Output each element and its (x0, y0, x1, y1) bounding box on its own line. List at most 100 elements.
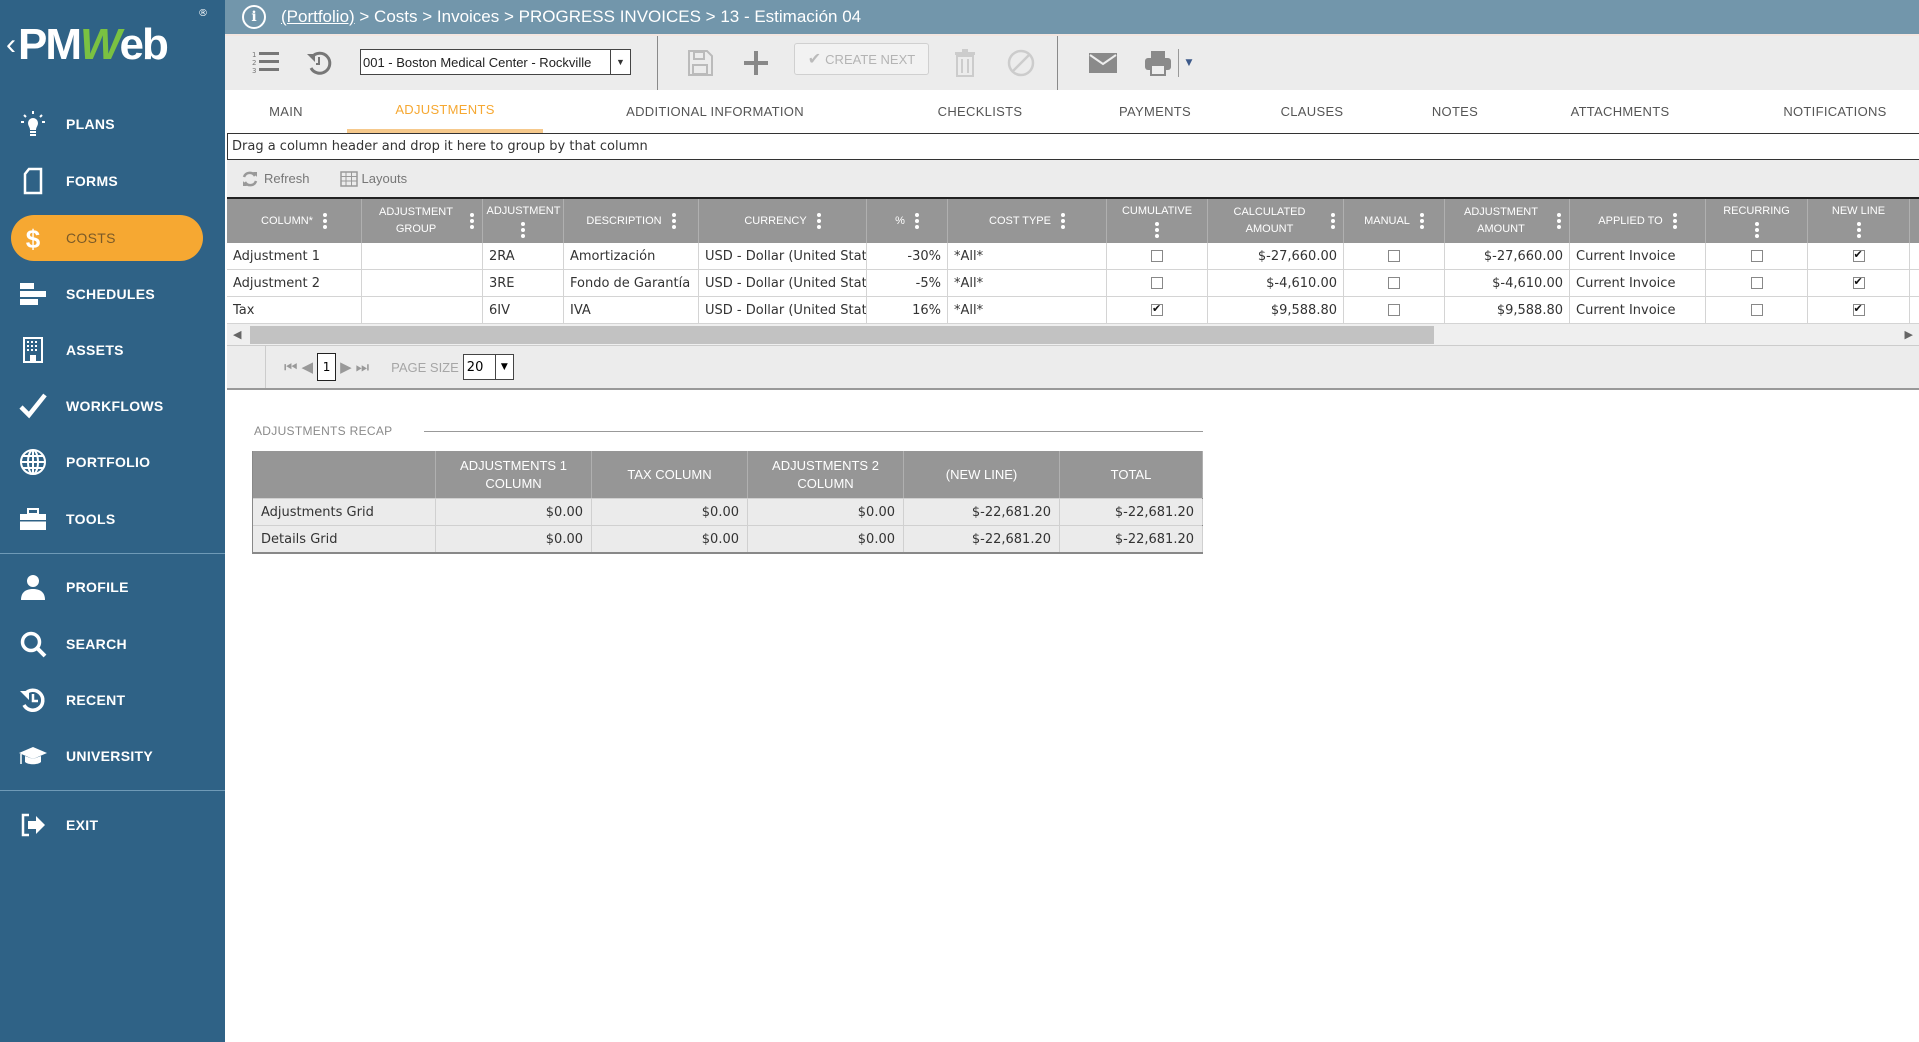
tab-payments[interactable]: PAYMENTS (1080, 90, 1230, 133)
column-header-column[interactable]: COLUMN* (227, 199, 362, 243)
column-menu-icon[interactable] (816, 211, 821, 231)
delete-button[interactable] (949, 44, 981, 82)
sidebar-item-profile[interactable]: PROFILE (0, 564, 225, 610)
breadcrumb-portfolio-link[interactable]: (Portfolio) (281, 7, 355, 26)
recurring-checkbox[interactable] (1750, 277, 1763, 289)
page-size-select[interactable]: 20 ▼ (462, 354, 514, 380)
print-button[interactable] (1141, 44, 1175, 82)
sidebar-item-forms[interactable]: FORMS (0, 158, 225, 204)
cell-calculated-amount[interactable]: $-4,610.00 (1208, 270, 1344, 296)
cell-cost-type[interactable]: *All* (948, 243, 1107, 269)
refresh-button[interactable]: Refresh (241, 170, 310, 188)
cell-column[interactable]: Adjustment 1 (227, 243, 362, 269)
cell-cost-type[interactable]: *All* (948, 270, 1107, 296)
sidebar-item-workflows[interactable]: WORKFLOWS (0, 383, 225, 429)
cell-calculated-amount[interactable]: $-27,660.00 (1208, 243, 1344, 269)
history-button[interactable] (303, 44, 335, 82)
cell-percent[interactable]: -30% (867, 243, 948, 269)
sidebar-item-schedules[interactable]: SCHEDULES (0, 271, 225, 317)
column-header-cumulative[interactable]: CUMULATIVE (1107, 199, 1208, 243)
manual-checkbox[interactable] (1388, 304, 1400, 316)
column-header-percent[interactable]: % (867, 199, 948, 243)
manual-checkbox[interactable] (1388, 250, 1400, 262)
scroll-right-icon[interactable]: ▶ (1905, 328, 1913, 341)
cell-adjustment[interactable]: 6IV (483, 297, 564, 323)
sidebar-item-recent[interactable]: RECENT (0, 677, 225, 723)
sidebar-item-exit[interactable]: EXIT (0, 802, 225, 848)
cell-cost-type[interactable]: *All* (948, 297, 1107, 323)
column-menu-icon[interactable] (1556, 211, 1561, 231)
tab-checklists[interactable]: CHECKLISTS (895, 90, 1065, 133)
column-menu-icon[interactable] (469, 211, 474, 231)
info-icon[interactable]: i (242, 5, 266, 29)
column-menu-icon[interactable] (322, 211, 327, 231)
sidebar-item-university[interactable]: UNIVERSITY (0, 733, 225, 779)
cell-adjustment-amount[interactable]: $-27,660.00 (1445, 243, 1570, 269)
recurring-checkbox[interactable] (1750, 250, 1763, 262)
caret-down-icon[interactable]: ▼ (610, 50, 630, 74)
column-menu-icon[interactable] (671, 211, 676, 231)
create-next-button[interactable]: ✔ CREATE NEXT (794, 43, 929, 75)
tab-notes[interactable]: NOTES (1395, 90, 1515, 133)
last-page-icon[interactable]: ⏭ (356, 358, 370, 376)
recurring-checkbox[interactable] (1750, 304, 1763, 316)
tab-main[interactable]: MAIN (245, 90, 327, 133)
column-header-calculated-amount[interactable]: CALCULATED AMOUNT (1208, 199, 1344, 243)
column-menu-icon[interactable] (1856, 220, 1861, 240)
tab-notifications[interactable]: NOTIFICATIONS (1735, 90, 1919, 133)
column-menu-icon[interactable] (1419, 211, 1424, 231)
cell-currency[interactable]: USD - Dollar (United States) (699, 297, 867, 323)
cell-percent[interactable]: -5% (867, 270, 948, 296)
list-view-button[interactable]: 123 (250, 44, 282, 82)
tab-clauses[interactable]: CLAUSES (1242, 90, 1382, 133)
horizontal-scrollbar[interactable]: ◀ ▶ (227, 324, 1919, 346)
cell-description[interactable]: Amortización (564, 243, 699, 269)
pmweb-logo[interactable]: ‹ PMWeb ® (0, 0, 225, 90)
tab-attachments[interactable]: ATTACHMENTS (1525, 90, 1715, 133)
column-header-adjustment[interactable]: ADJUSTMENT (483, 199, 564, 243)
cell-percent[interactable]: 16% (867, 297, 948, 323)
tab-adjustments[interactable]: ADJUSTMENTS (347, 90, 543, 133)
sidebar-item-tools[interactable]: TOOLS (0, 496, 225, 542)
column-header-manual[interactable]: MANUAL (1344, 199, 1445, 243)
column-header-cost-type[interactable]: COST TYPE (948, 199, 1107, 243)
scrollbar-thumb[interactable] (250, 326, 1434, 344)
cell-currency[interactable]: USD - Dollar (United States) (699, 243, 867, 269)
group-by-drop-zone[interactable]: Drag a column header and drop it here to… (227, 133, 1919, 160)
sidebar-item-assets[interactable]: ASSETS (0, 327, 225, 373)
column-menu-icon[interactable] (521, 220, 525, 240)
layouts-button[interactable]: Layouts (339, 170, 407, 187)
column-header-group[interactable]: ADJUSTMENT GROUP (362, 199, 483, 243)
column-menu-icon[interactable] (1330, 211, 1335, 231)
next-page-icon[interactable]: ▶ (340, 358, 352, 376)
print-options-dropdown[interactable]: ▼ (1182, 44, 1196, 82)
manual-checkbox[interactable] (1388, 277, 1400, 289)
sidebar-item-search[interactable]: SEARCH (0, 621, 225, 667)
table-row[interactable]: Tax 6IVIVAUSD - Dollar (United States)16%… (227, 297, 1919, 324)
void-button[interactable] (1005, 44, 1037, 82)
column-menu-icon[interactable] (1060, 211, 1065, 231)
column-menu-icon[interactable] (1754, 220, 1759, 240)
cell-adjustment-amount[interactable]: $-4,610.00 (1445, 270, 1570, 296)
column-header-applied-to[interactable]: APPLIED TO (1570, 199, 1706, 243)
cell-column[interactable]: Adjustment 2 (227, 270, 362, 296)
cell-group[interactable] (362, 243, 483, 269)
cell-group[interactable] (362, 297, 483, 323)
cell-description[interactable]: Fondo de Garantía (564, 270, 699, 296)
new-line-checkbox[interactable] (1852, 302, 1865, 316)
table-row[interactable]: Adjustment 1 2RA Amortización USD - Dollar … (227, 243, 1919, 270)
project-select[interactable]: 001 - Boston Medical Center - Rockville … (360, 49, 631, 75)
save-button[interactable] (684, 44, 716, 82)
scroll-left-icon[interactable]: ◀ (233, 328, 241, 341)
cumulative-checkbox[interactable] (1151, 250, 1163, 262)
cell-column[interactable]: Tax (227, 297, 362, 323)
column-header-description[interactable]: DESCRIPTION (564, 199, 699, 243)
cell-applied-to[interactable]: Current Invoice (1570, 297, 1706, 323)
caret-down-icon[interactable]: ▼ (494, 355, 513, 379)
cell-adjustment[interactable]: 2RA (483, 243, 564, 269)
column-header-currency[interactable]: CURRENCY (699, 199, 867, 243)
chevron-left-icon[interactable]: ‹ (6, 28, 16, 62)
current-page-button[interactable]: 1 (317, 353, 337, 381)
add-button[interactable] (740, 44, 772, 82)
cell-applied-to[interactable]: Current Invoice (1570, 243, 1706, 269)
